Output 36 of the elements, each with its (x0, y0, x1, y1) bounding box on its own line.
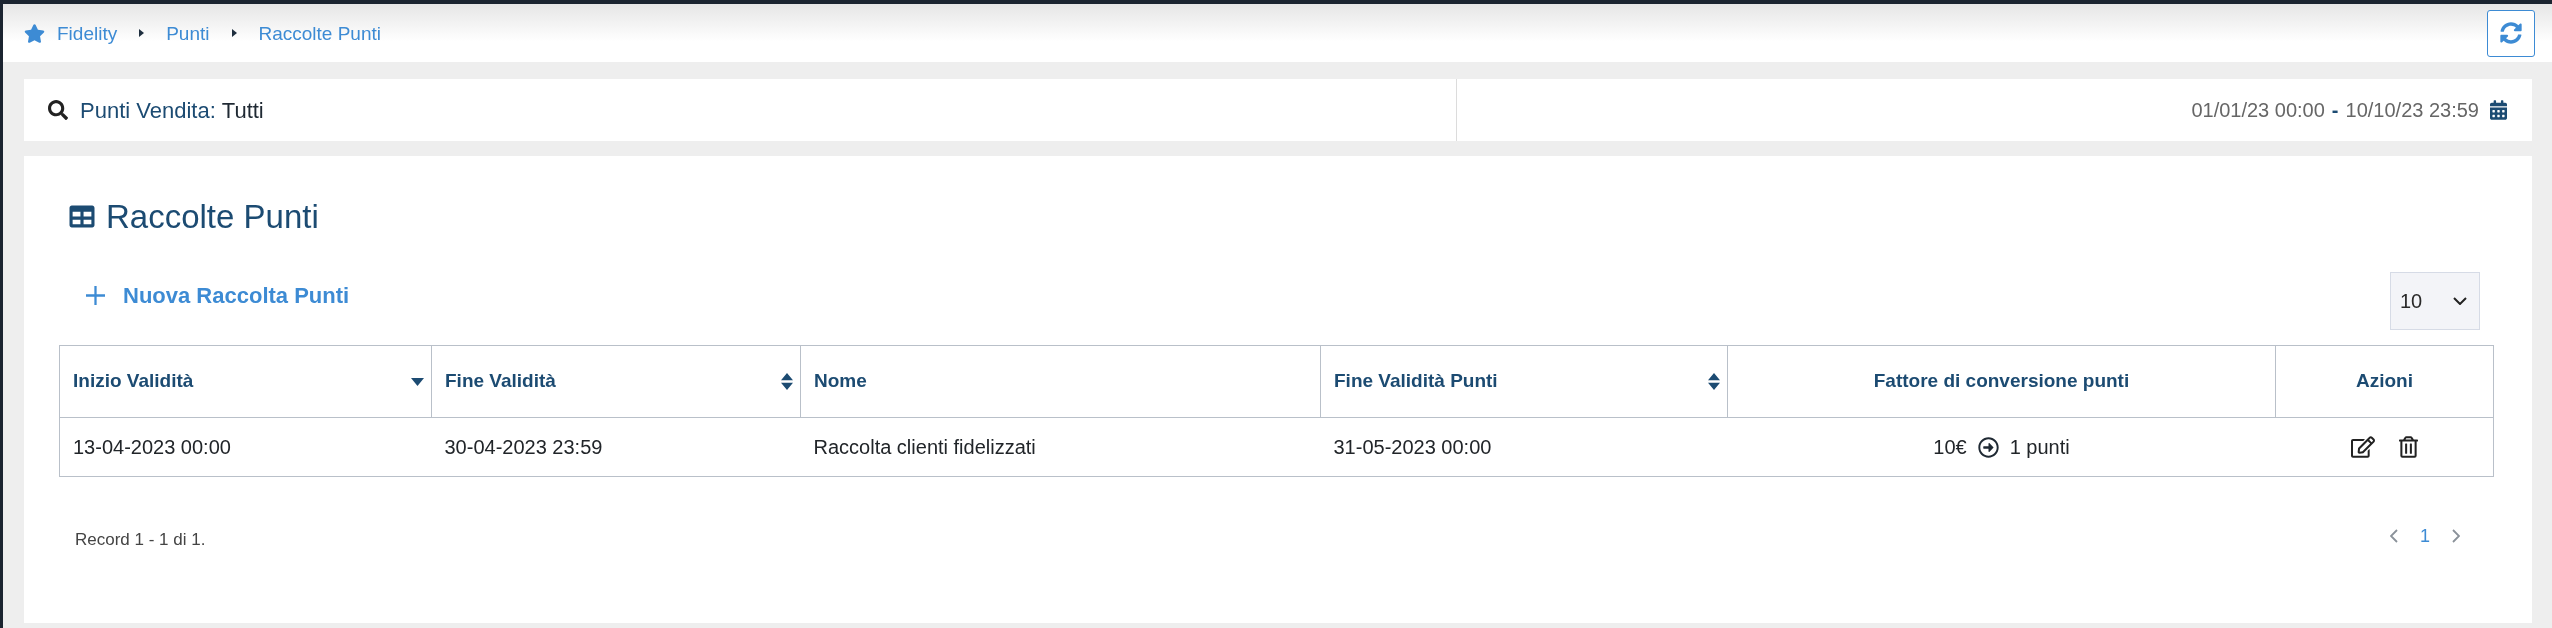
column-header[interactable]: Fine Validità (431, 345, 801, 418)
table-cell: 30-04-2023 23:59 (431, 417, 801, 477)
plus-icon (86, 285, 105, 305)
column-header: Azioni (2275, 345, 2494, 418)
delete-icon[interactable] (2398, 436, 2418, 458)
new-button[interactable]: Nuova Raccolta Punti (59, 272, 360, 318)
column-header: Nome (800, 345, 1321, 418)
search-icon (48, 100, 68, 120)
table-cell: Raccolta clienti fidelizzati (800, 417, 1321, 477)
table-icon (68, 203, 96, 229)
column-header[interactable]: Inizio Validità (59, 345, 432, 418)
amount-text: 10€ (1933, 435, 1967, 460)
store-filter[interactable]: Punti Vendita: Tutti (48, 93, 264, 127)
page-title: Raccolte Punti (106, 199, 319, 233)
refresh-button[interactable] (2487, 9, 2535, 57)
points-text: 1 punti (2009, 435, 2070, 460)
column-header: Fattore di conversione punti (1727, 345, 2276, 418)
sort-icon[interactable] (781, 373, 793, 390)
breadcrumb-separator-icon (231, 29, 237, 37)
sort-descending-icon[interactable] (411, 377, 424, 386)
breadcrumb-separator-icon (139, 29, 145, 37)
table-cell: 13-04-2023 00:00 (59, 417, 432, 477)
date-range-picker[interactable]: 01/01/23 00:00 - 10/10/23 23:59 (2191, 95, 2507, 125)
page-link[interactable]: 1 (2420, 522, 2430, 550)
calendar-icon (2490, 100, 2507, 120)
chevron-right-icon[interactable] (2452, 529, 2460, 543)
edit-icon[interactable] (2350, 436, 2375, 458)
refresh-icon (2500, 22, 2522, 44)
page-size-select[interactable]: 10 (2390, 272, 2480, 330)
table-cell: 31-05-2023 00:00 (1320, 417, 1728, 477)
star-icon (24, 23, 45, 43)
record-count: Record 1 - 1 di 1. (75, 529, 206, 552)
chevron-left-icon[interactable] (2390, 529, 2398, 543)
column-header[interactable]: Fine Validità Punti (1320, 345, 1728, 418)
sort-icon[interactable] (1708, 373, 1720, 390)
chevron-down-icon (2453, 297, 2467, 305)
